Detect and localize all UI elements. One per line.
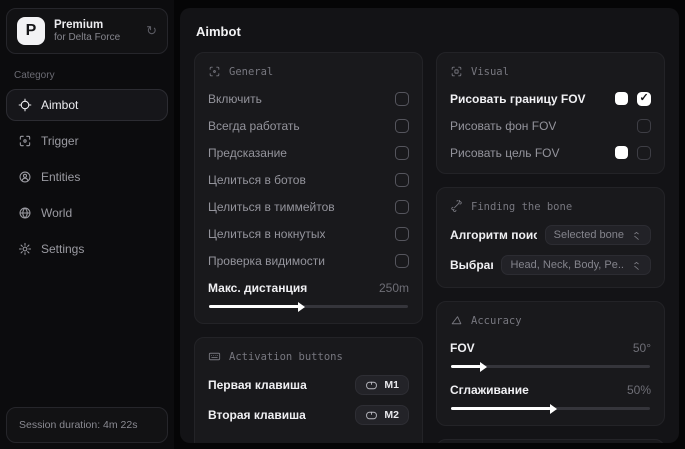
gear-icon: [18, 242, 32, 256]
target-teammates-checkbox[interactable]: [395, 199, 409, 214]
keybind-row: Первая клавиша M1: [208, 375, 409, 395]
fov-target-color-swatch[interactable]: [615, 146, 628, 159]
fov-value: 50°: [632, 340, 651, 355]
smoothing-setting: Сглаживание 50%: [450, 381, 651, 414]
setting-row: Рисовать цель FOV: [450, 144, 651, 161]
app-window: P Premium for Delta Force ↻ Category Aim…: [0, 0, 685, 449]
entities-icon: [18, 170, 32, 184]
brand-subtitle: for Delta Force: [54, 31, 121, 43]
always-work-checkbox[interactable]: [395, 118, 409, 133]
setting-row: Выбранные кос Head, Neck, Body, Pe..: [450, 255, 651, 275]
setting-row: Рисовать фон FOV: [450, 117, 651, 134]
refresh-icon[interactable]: ↻: [146, 23, 157, 39]
mouse-icon: [366, 411, 378, 419]
page-title: Aimbot: [196, 24, 241, 39]
setting-row: Рисовать границу FOV: [450, 90, 651, 107]
keyboard-icon: [208, 352, 221, 361]
smoothing-value: 50%: [626, 382, 651, 397]
visual-header: Visual: [450, 65, 651, 78]
sidebar-nav: Aimbot Trigger Entities World Settings: [6, 89, 168, 265]
setting-row: Всегда работать: [208, 117, 409, 134]
fov-border-color-swatch[interactable]: [615, 92, 628, 105]
scan-crosshair-icon: [209, 66, 220, 77]
unfold-icon: [634, 261, 639, 270]
visibility-check-checkbox[interactable]: [395, 253, 409, 268]
max-distance-value: 250m: [378, 280, 409, 295]
target-bots-checkbox[interactable]: [395, 172, 409, 187]
setting-row: Целиться в ботов: [208, 171, 409, 188]
selected-bones-select[interactable]: Head, Neck, Body, Pe..: [501, 255, 651, 275]
keybind-row: Вторая клавиша M2: [208, 405, 409, 425]
general-card: General Включить Всегда работать Предска…: [194, 52, 423, 324]
activation-buttons-card: Activation buttons Первая клавиша M1 Вто…: [194, 337, 423, 443]
second-key-binding[interactable]: M2: [355, 405, 409, 425]
switch-delay-card: Switch Delay Задержка переключения Задер…: [436, 439, 665, 443]
general-header: General: [208, 65, 409, 78]
setting-row: Проверка видимости: [208, 252, 409, 269]
target-knocked-checkbox[interactable]: [395, 226, 409, 241]
left-column: General Включить Всегда работать Предска…: [194, 52, 423, 443]
setting-row: Предсказание: [208, 144, 409, 161]
first-key-binding[interactable]: M1: [355, 375, 409, 395]
session-duration: Session duration: 4m 22s: [6, 407, 168, 443]
trigger-icon: [18, 134, 32, 148]
draw-fov-target-checkbox[interactable]: [637, 145, 651, 160]
activation-header: Activation buttons: [208, 350, 409, 363]
smoothing-slider[interactable]: [451, 403, 650, 414]
world-icon: [18, 206, 32, 220]
bone-header: Finding the bone: [450, 200, 651, 213]
draw-fov-border-checkbox[interactable]: [637, 91, 651, 106]
sidebar-item-label: World: [41, 206, 73, 220]
sidebar-item-world[interactable]: World: [6, 197, 168, 229]
enable-checkbox[interactable]: [395, 91, 409, 106]
draw-fov-background-checkbox[interactable]: [637, 118, 651, 133]
sidebar: P Premium for Delta Force ↻ Category Aim…: [0, 0, 174, 449]
brand-card: P Premium for Delta Force ↻: [6, 8, 168, 54]
finding-bone-card: Finding the bone Алгоритм поиска кост Se…: [436, 187, 665, 288]
main-panel: Aimbot General Включить Всегда работать: [180, 8, 679, 443]
sidebar-item-trigger[interactable]: Trigger: [6, 125, 168, 157]
brand-title: Premium: [54, 18, 104, 31]
sidebar-item-label: Entities: [41, 170, 81, 184]
prediction-checkbox[interactable]: [395, 145, 409, 160]
crosshair-icon: [18, 98, 32, 112]
right-column: Visual Рисовать границу FOV Рисовать фон…: [436, 52, 665, 443]
bone-algorithm-select[interactable]: Selected bone: [544, 225, 651, 245]
fov-slider[interactable]: [451, 361, 650, 372]
category-label: Category: [14, 70, 55, 81]
visual-card: Visual Рисовать границу FOV Рисовать фон…: [436, 52, 665, 174]
sidebar-item-settings[interactable]: Settings: [6, 233, 168, 265]
fov-setting: FOV 50°: [450, 339, 651, 372]
setting-row: Включить: [208, 90, 409, 107]
brand-text: Premium for Delta Force: [54, 18, 137, 45]
sidebar-item-label: Settings: [41, 242, 85, 256]
setting-row: Целиться в нокнутых: [208, 225, 409, 242]
mouse-icon: [366, 381, 378, 389]
max-distance-slider[interactable]: [209, 301, 408, 312]
bone-icon: [451, 200, 462, 212]
sidebar-item-aimbot[interactable]: Aimbot: [6, 89, 168, 121]
sidebar-item-label: Aimbot: [41, 98, 79, 112]
sidebar-item-label: Trigger: [41, 134, 79, 148]
angle-triangle-icon: [451, 316, 462, 325]
setting-row: Алгоритм поиска кост Selected bone: [450, 225, 651, 245]
setting-row: Целиться в тиммейтов: [208, 198, 409, 215]
unfold-icon: [634, 231, 639, 240]
fov-view-icon: [451, 66, 462, 77]
accuracy-card: Accuracy FOV 50° Сглаживание 50%: [436, 301, 665, 426]
sidebar-item-entities[interactable]: Entities: [6, 161, 168, 193]
max-distance-setting: Макс. дистанция 250m: [208, 279, 409, 312]
accuracy-header: Accuracy: [450, 314, 651, 327]
brand-logo: P: [17, 17, 45, 45]
